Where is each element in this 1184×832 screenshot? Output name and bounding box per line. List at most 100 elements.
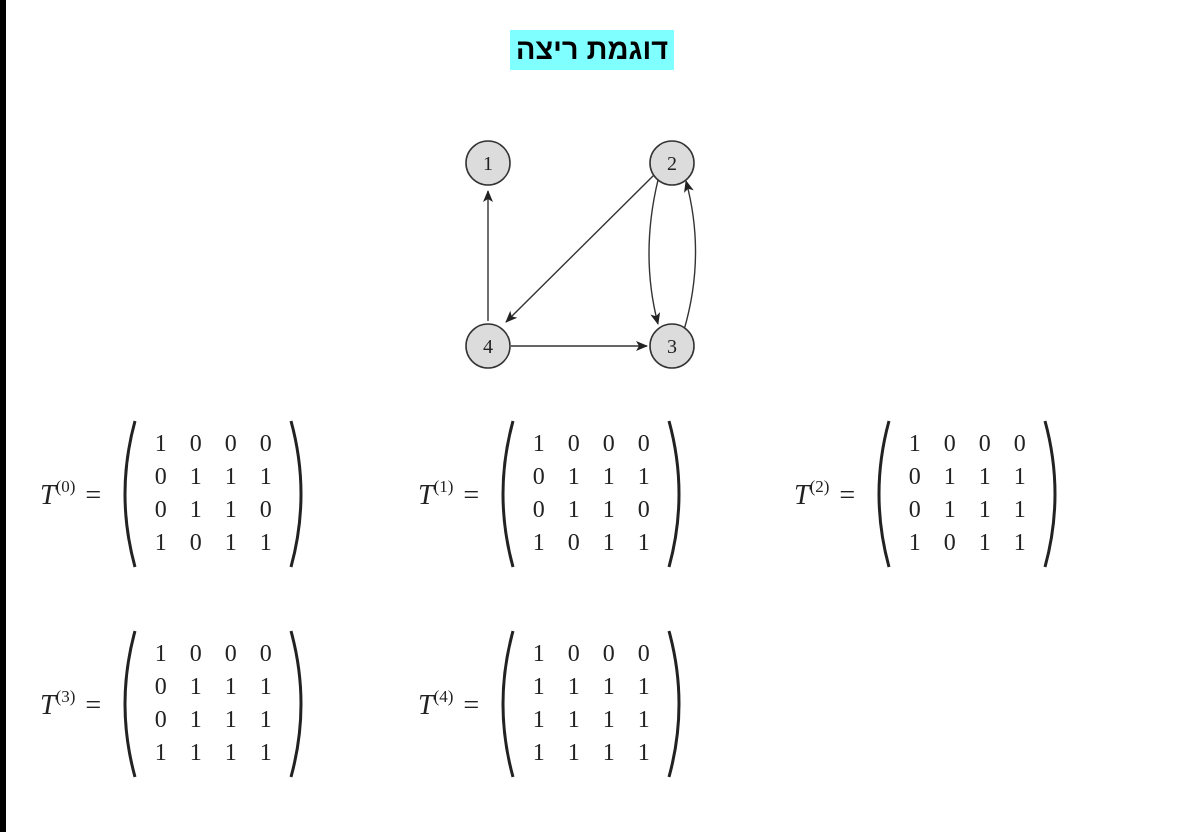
matrix-cell: 1 xyxy=(602,707,615,733)
graph-node-label: 1 xyxy=(483,153,493,175)
title-container: דוגמת ריצה xyxy=(0,30,1184,70)
matrix-cell: 1 xyxy=(259,464,272,490)
matrix-label: T(4) = xyxy=(418,686,480,721)
graph-node-label: 4 xyxy=(483,336,493,358)
matrix-cell: 1 xyxy=(189,464,202,490)
matrix-cell: 0 xyxy=(259,641,272,667)
matrix-cell: 1 xyxy=(602,530,615,556)
matrix-cell: 1 xyxy=(602,464,615,490)
matrix-cell: 0 xyxy=(532,497,545,523)
left-paren xyxy=(501,420,515,568)
matrix-label: T(0) = xyxy=(40,476,102,511)
edge-2-to-3 xyxy=(648,179,661,325)
left-paren xyxy=(123,630,137,778)
matrix-cell: 1 xyxy=(154,530,167,556)
matrix-cell: 1 xyxy=(567,740,580,766)
matrix-cell: 1 xyxy=(532,674,545,700)
matrix-cell: 0 xyxy=(154,707,167,733)
matrix-cell: 1 xyxy=(224,740,237,766)
right-paren xyxy=(667,420,681,568)
edge-2-to-4 xyxy=(505,172,657,323)
matrix-cell: 0 xyxy=(567,641,580,667)
matrix-cell: 1 xyxy=(978,497,991,523)
matrix-cell: 0 xyxy=(908,464,921,490)
matrix-label: T(2) = xyxy=(794,476,856,511)
right-paren xyxy=(289,420,303,568)
matrix-cell: 1 xyxy=(189,707,202,733)
matrix-cell: 0 xyxy=(189,641,202,667)
matrix-cell: 0 xyxy=(154,464,167,490)
matrix-cell: 1 xyxy=(189,674,202,700)
graph-node-label: 3 xyxy=(667,336,677,358)
matrix-grid: 1000011101111111 xyxy=(143,638,283,770)
matrix-cell: 0 xyxy=(602,641,615,667)
matrix-t2: T(2) = 1000011101111011 xyxy=(794,419,1067,569)
matrix-cell: 1 xyxy=(602,497,615,523)
matrix-grid: 1000011101101011 xyxy=(521,428,661,560)
graph-node-4: 4 xyxy=(465,323,511,369)
matrix-cell: 1 xyxy=(602,674,615,700)
matrix-cell: 1 xyxy=(1013,530,1026,556)
matrix-cell: 1 xyxy=(532,530,545,556)
graph-node-3: 3 xyxy=(649,323,695,369)
graph-node-1: 1 xyxy=(465,140,511,186)
matrix-cell: 0 xyxy=(189,431,202,457)
matrix-cell: 1 xyxy=(567,497,580,523)
matrix-cell: 1 xyxy=(908,530,921,556)
matrix-grid: 1000011101101011 xyxy=(143,428,283,560)
matrix-cell: 1 xyxy=(224,674,237,700)
matrix-cell: 0 xyxy=(532,464,545,490)
matrix-cell: 1 xyxy=(1013,497,1026,523)
matrix-cell: 0 xyxy=(978,431,991,457)
matrix-t0: T(0) = 1000011101101011 xyxy=(40,419,313,569)
matrix-cell: 1 xyxy=(943,464,956,490)
matrix-cell: 0 xyxy=(602,431,615,457)
matrix-cell: 0 xyxy=(908,497,921,523)
matrix-cell: 1 xyxy=(189,497,202,523)
left-border xyxy=(0,0,6,832)
right-paren xyxy=(1043,420,1057,568)
matrix-cell: 1 xyxy=(637,464,650,490)
matrix-cell: 1 xyxy=(532,641,545,667)
matrix-cell: 1 xyxy=(532,740,545,766)
matrix-cell: 0 xyxy=(943,431,956,457)
matrix-cell: 0 xyxy=(224,641,237,667)
matrix-cell: 1 xyxy=(978,530,991,556)
matrix-cell: 0 xyxy=(637,641,650,667)
matrix-cell: 0 xyxy=(1013,431,1026,457)
left-paren xyxy=(501,630,515,778)
matrix-cell: 1 xyxy=(224,464,237,490)
matrix-cell: 1 xyxy=(908,431,921,457)
edge-3-to-2 xyxy=(683,180,697,331)
matrix-cell: 1 xyxy=(637,530,650,556)
matrix-cell: 1 xyxy=(567,674,580,700)
matrix-label: T(1) = xyxy=(418,476,480,511)
matrix-cell: 1 xyxy=(224,497,237,523)
matrix-cell: 1 xyxy=(602,740,615,766)
matrix-cell: 1 xyxy=(259,674,272,700)
matrix-cell: 1 xyxy=(154,431,167,457)
matrix-cell: 0 xyxy=(189,530,202,556)
matrix-cell: 0 xyxy=(943,530,956,556)
graph-node-label: 2 xyxy=(667,153,677,175)
matrix-label: T(3) = xyxy=(40,686,102,721)
matrix-t3: T(3) = 1000011101111111 xyxy=(40,629,313,779)
matrix-cell: 0 xyxy=(154,497,167,523)
matrix-grid: 1000011101111011 xyxy=(897,428,1037,560)
matrix-cell: 1 xyxy=(259,740,272,766)
page-title: דוגמת ריצה xyxy=(509,30,675,70)
matrix-cell: 0 xyxy=(259,431,272,457)
matrix-cell: 1 xyxy=(567,464,580,490)
graph-diagram: 1 2 3 4 xyxy=(465,140,697,369)
matrix-cell: 1 xyxy=(637,740,650,766)
matrix-cell: 1 xyxy=(532,431,545,457)
matrix-cell: 0 xyxy=(637,497,650,523)
matrix-cell: 0 xyxy=(259,497,272,523)
matrix-cell: 1 xyxy=(224,530,237,556)
matrix-cell: 1 xyxy=(637,674,650,700)
matrix-cell: 1 xyxy=(189,740,202,766)
right-paren xyxy=(289,630,303,778)
matrix-cell: 0 xyxy=(154,674,167,700)
matrix-cell: 1 xyxy=(154,641,167,667)
matrix-cell: 0 xyxy=(224,431,237,457)
